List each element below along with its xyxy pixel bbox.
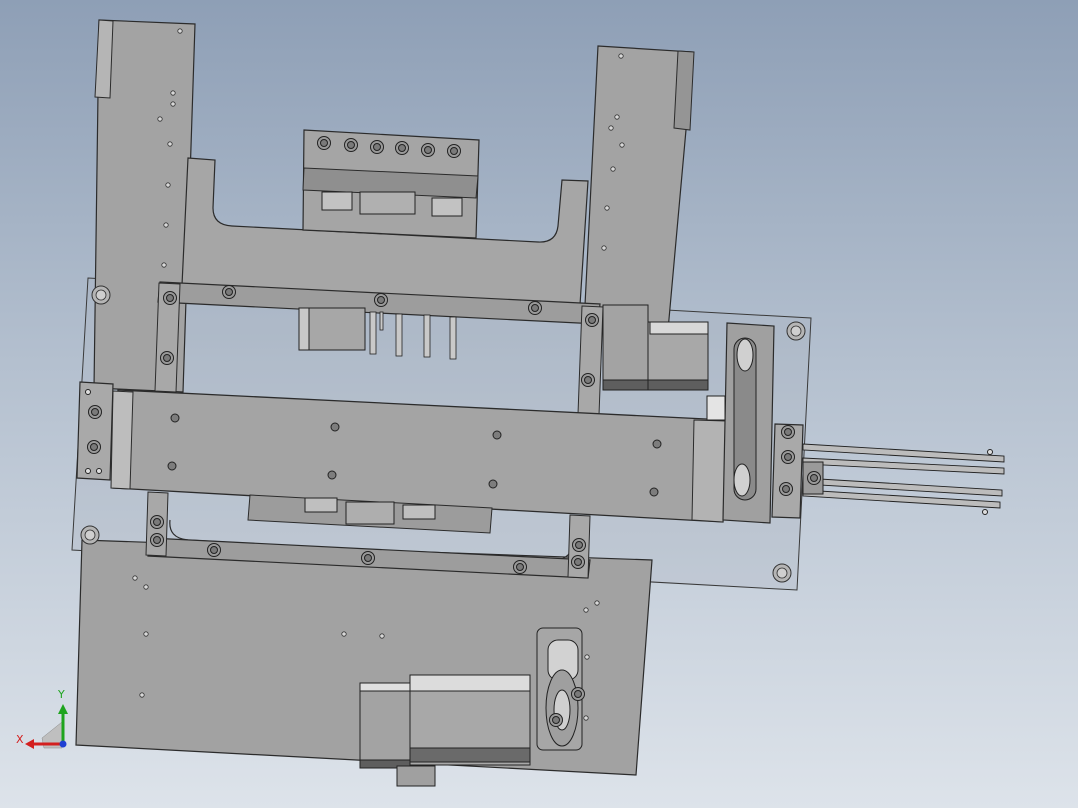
push-rods[interactable] (802, 443, 1005, 509)
bottom-motor-foot (396, 765, 436, 787)
sensor-slot-right (431, 197, 463, 217)
left-column-lip (94, 19, 114, 99)
y-axis-label: Y (58, 688, 65, 701)
carriage-left-edge (110, 390, 134, 490)
coordinate-triad (25, 704, 68, 749)
assembly-model[interactable] (0, 0, 1078, 808)
lower-slot-center (345, 501, 395, 525)
right-column-lip (673, 50, 695, 131)
cad-graphics-viewport[interactable]: Y X (0, 0, 1078, 808)
small-motor-shaded (298, 307, 310, 351)
left-end-bracket[interactable] (76, 381, 114, 481)
sensor-slot-left (321, 191, 353, 211)
right-stepper-motor[interactable] (602, 304, 649, 391)
x-axis-label: X (16, 733, 24, 746)
sensor-slot-mid (359, 191, 416, 215)
carriage-right-end (691, 419, 727, 523)
bottom-stepper-motor[interactable] (359, 682, 411, 769)
